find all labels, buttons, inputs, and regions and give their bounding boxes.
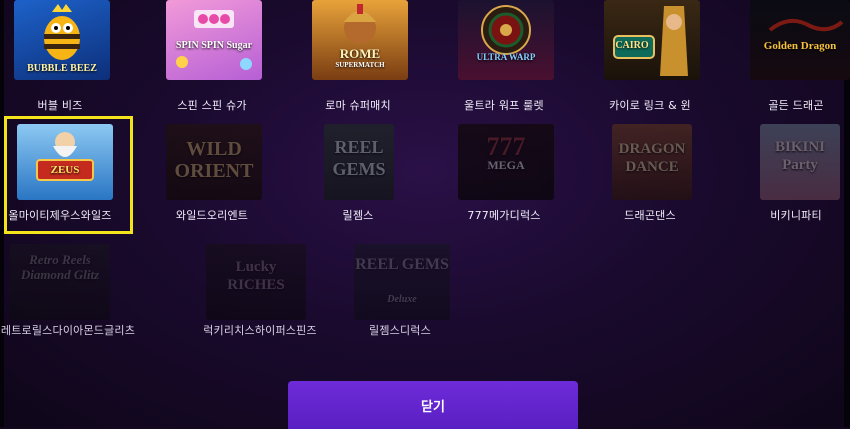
- game-thumbnail[interactable]: BUBBLE BEEZ: [14, 0, 110, 80]
- game-tile-bubble-beez[interactable]: BUBBLE BEEZ 버블 비즈: [0, 0, 130, 112]
- game-thumbnail[interactable]: ROME SUPERMATCH: [312, 0, 408, 80]
- game-tile-retro-reels-diamond-glitz[interactable]: Retro Reels Diamond Glitz 레트로릴스다이아몬드글리츠: [0, 236, 135, 346]
- roulette-wheel-icon: [481, 5, 531, 55]
- game-thumbnail[interactable]: SPIN SPIN Sugar: [166, 0, 262, 80]
- thumbnail-title: DRAGON DANCE: [618, 141, 686, 175]
- game-name: 울트라 워프 룰렛: [464, 99, 544, 112]
- thumbnail-title: CAIRO: [615, 40, 649, 51]
- thumbnail-subtitle: Deluxe: [387, 294, 417, 305]
- game-name: 와일드오리엔트: [175, 209, 249, 222]
- game-tile-cairo-link-win[interactable]: CAIRO 카이로 링크 & 윈: [580, 0, 720, 112]
- game-tile-reel-gems[interactable]: REEL GEMS 릴젬스: [288, 116, 428, 226]
- game-name: 비키니파티: [770, 209, 822, 222]
- game-tile-rome-supermatch[interactable]: ROME SUPERMATCH 로마 슈퍼매치: [288, 0, 428, 112]
- thumbnail-subtitle: SUPERMATCH: [335, 61, 385, 69]
- game-picker-overlay: BUBBLE BEEZ 버블 비즈 SPIN SPIN Sugar 스핀 스핀 …: [0, 0, 850, 429]
- game-tile-reel-gems-deluxe[interactable]: REEL GEMS Deluxe 릴젬스디럭스: [330, 236, 470, 346]
- game-thumbnail[interactable]: 777 MEGA: [458, 124, 554, 200]
- game-thumbnail[interactable]: REEL GEMS Deluxe: [354, 244, 450, 320]
- game-name: 럭키리치스하이퍼스핀즈: [203, 324, 317, 337]
- close-button[interactable]: 닫기: [288, 381, 578, 429]
- game-name: 골든 드래곤: [768, 99, 824, 112]
- thumbnail-title: REEL GEMS: [355, 256, 449, 273]
- game-name: 스핀 스핀 슈가: [177, 99, 247, 112]
- game-name: 드래곤댄스: [624, 209, 676, 222]
- thumbnail-subtitle: MEGA: [487, 158, 525, 172]
- thumbnail-title: ULTRA WARP: [476, 52, 536, 62]
- game-tile-ultra-warp-roulette[interactable]: ULTRA WARP 울트라 워프 룰렛: [434, 0, 574, 112]
- thumbnail-title: SPIN SPIN Sugar: [175, 40, 253, 51]
- game-thumbnail[interactable]: BIKINI Party: [760, 124, 840, 200]
- game-tile-lucky-riches-hyperspins[interactable]: Lucky RICHES 럭키리치스하이퍼스핀즈: [186, 236, 326, 346]
- game-thumbnail[interactable]: Golden Dragon: [750, 0, 850, 80]
- game-tile-777-mega-deluxe[interactable]: 777 MEGA 777메가디럭스: [434, 116, 574, 226]
- thumbnail-title: BIKINI Party: [774, 139, 826, 173]
- game-tile-wild-orient[interactable]: WILD ORIENT 와일드오리엔트: [142, 116, 282, 226]
- game-tile-bikini-party[interactable]: BIKINI Party 비키니파티: [726, 116, 850, 226]
- game-thumbnail[interactable]: Lucky RICHES: [206, 244, 306, 320]
- game-thumbnail[interactable]: DRAGON DANCE: [612, 124, 692, 200]
- game-thumbnail[interactable]: ULTRA WARP: [458, 0, 554, 80]
- game-tile-dragon-dance[interactable]: DRAGON DANCE 드래곤댄스: [580, 116, 720, 226]
- game-thumbnail[interactable]: REEL GEMS: [324, 124, 394, 200]
- game-name: 레트로릴스다이아몬드글리츠: [0, 324, 136, 337]
- selected-game-highlight: [4, 116, 133, 234]
- thumbnail-title: Retro Reels Diamond Glitz: [20, 252, 100, 282]
- game-thumbnail[interactable]: CAIRO: [604, 0, 700, 80]
- game-thumbnail[interactable]: Retro Reels Diamond Glitz: [10, 244, 110, 320]
- thumbnail-title: Lucky RICHES: [227, 259, 285, 293]
- thumbnail-title: ROME: [339, 46, 381, 61]
- game-name: 릴젬스디럭스: [369, 324, 431, 337]
- game-name: 카이로 링크 & 윈: [609, 99, 691, 112]
- game-name: 버블 비즈: [37, 99, 83, 112]
- game-name: 777메가디럭스: [467, 209, 541, 222]
- game-name: 릴젬스: [342, 209, 374, 222]
- thumbnail-title: Golden Dragon: [763, 40, 837, 52]
- game-name: 로마 슈퍼매치: [325, 99, 391, 112]
- game-tile-spin-spin-sugar[interactable]: SPIN SPIN Sugar 스핀 스핀 슈가: [142, 0, 282, 112]
- thumbnail-title: BUBBLE BEEZ: [27, 63, 97, 74]
- game-tile-golden-dragon[interactable]: Golden Dragon 골든 드래곤: [726, 0, 850, 112]
- thumbnail-title: WILD ORIENT: [174, 138, 254, 182]
- thumbnail-title: REEL GEMS: [332, 137, 386, 179]
- game-thumbnail[interactable]: WILD ORIENT: [166, 124, 262, 200]
